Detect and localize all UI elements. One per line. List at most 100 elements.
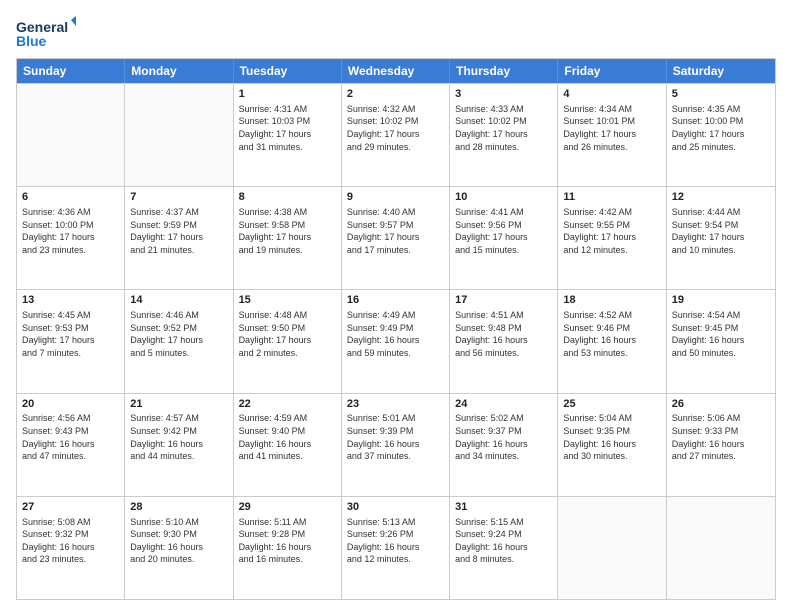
day-info: Sunrise: 4:31 AMSunset: 10:03 PMDaylight… (239, 103, 336, 153)
calendar-day-cell: 16Sunrise: 4:49 AMSunset: 9:49 PMDayligh… (342, 290, 450, 392)
day-number: 5 (672, 87, 770, 102)
day-info: Sunrise: 4:40 AMSunset: 9:57 PMDaylight:… (347, 206, 444, 256)
calendar-day-cell: 15Sunrise: 4:48 AMSunset: 9:50 PMDayligh… (234, 290, 342, 392)
day-info: Sunrise: 5:10 AMSunset: 9:30 PMDaylight:… (130, 516, 227, 566)
day-info: Sunrise: 4:49 AMSunset: 9:49 PMDaylight:… (347, 309, 444, 359)
calendar-day-cell: 18Sunrise: 4:52 AMSunset: 9:46 PMDayligh… (558, 290, 666, 392)
day-number: 13 (22, 293, 119, 308)
calendar-day-cell: 4Sunrise: 4:34 AMSunset: 10:01 PMDayligh… (558, 84, 666, 186)
calendar-day-cell: 25Sunrise: 5:04 AMSunset: 9:35 PMDayligh… (558, 394, 666, 496)
calendar-day-cell: 28Sunrise: 5:10 AMSunset: 9:30 PMDayligh… (125, 497, 233, 599)
day-number: 28 (130, 500, 227, 515)
calendar-day-cell: 10Sunrise: 4:41 AMSunset: 9:56 PMDayligh… (450, 187, 558, 289)
svg-text:Blue: Blue (16, 33, 47, 49)
day-of-week-header: Wednesday (342, 59, 450, 83)
calendar-day-cell: 20Sunrise: 4:56 AMSunset: 9:43 PMDayligh… (17, 394, 125, 496)
day-of-week-header: Saturday (667, 59, 775, 83)
day-info: Sunrise: 4:46 AMSunset: 9:52 PMDaylight:… (130, 309, 227, 359)
day-info: Sunrise: 5:02 AMSunset: 9:37 PMDaylight:… (455, 412, 552, 462)
calendar-empty-cell (558, 497, 666, 599)
day-info: Sunrise: 4:41 AMSunset: 9:56 PMDaylight:… (455, 206, 552, 256)
day-info: Sunrise: 4:36 AMSunset: 10:00 PMDaylight… (22, 206, 119, 256)
calendar: SundayMondayTuesdayWednesdayThursdayFrid… (16, 58, 776, 600)
day-number: 25 (563, 397, 660, 412)
day-info: Sunrise: 5:01 AMSunset: 9:39 PMDaylight:… (347, 412, 444, 462)
day-info: Sunrise: 4:59 AMSunset: 9:40 PMDaylight:… (239, 412, 336, 462)
calendar-day-cell: 31Sunrise: 5:15 AMSunset: 9:24 PMDayligh… (450, 497, 558, 599)
day-number: 17 (455, 293, 552, 308)
day-number: 9 (347, 190, 444, 205)
day-number: 18 (563, 293, 660, 308)
day-number: 20 (22, 397, 119, 412)
calendar-day-cell: 9Sunrise: 4:40 AMSunset: 9:57 PMDaylight… (342, 187, 450, 289)
day-info: Sunrise: 4:34 AMSunset: 10:01 PMDaylight… (563, 103, 660, 153)
calendar-body: 1Sunrise: 4:31 AMSunset: 10:03 PMDayligh… (17, 83, 775, 599)
day-info: Sunrise: 4:33 AMSunset: 10:02 PMDaylight… (455, 103, 552, 153)
calendar-day-cell: 8Sunrise: 4:38 AMSunset: 9:58 PMDaylight… (234, 187, 342, 289)
logo: General Blue (16, 16, 76, 52)
calendar-day-cell: 17Sunrise: 4:51 AMSunset: 9:48 PMDayligh… (450, 290, 558, 392)
day-info: Sunrise: 4:54 AMSunset: 9:45 PMDaylight:… (672, 309, 770, 359)
day-of-week-header: Friday (558, 59, 666, 83)
day-number: 19 (672, 293, 770, 308)
calendar-row: 13Sunrise: 4:45 AMSunset: 9:53 PMDayligh… (17, 289, 775, 392)
calendar-day-cell: 11Sunrise: 4:42 AMSunset: 9:55 PMDayligh… (558, 187, 666, 289)
calendar-row: 20Sunrise: 4:56 AMSunset: 9:43 PMDayligh… (17, 393, 775, 496)
day-number: 8 (239, 190, 336, 205)
day-info: Sunrise: 5:11 AMSunset: 9:28 PMDaylight:… (239, 516, 336, 566)
day-of-week-header: Monday (125, 59, 233, 83)
day-number: 2 (347, 87, 444, 102)
day-of-week-header: Tuesday (234, 59, 342, 83)
calendar-day-cell: 6Sunrise: 4:36 AMSunset: 10:00 PMDayligh… (17, 187, 125, 289)
calendar-day-cell: 14Sunrise: 4:46 AMSunset: 9:52 PMDayligh… (125, 290, 233, 392)
calendar-day-cell: 3Sunrise: 4:33 AMSunset: 10:02 PMDayligh… (450, 84, 558, 186)
calendar-header-row: SundayMondayTuesdayWednesdayThursdayFrid… (17, 59, 775, 83)
calendar-day-cell: 24Sunrise: 5:02 AMSunset: 9:37 PMDayligh… (450, 394, 558, 496)
day-number: 10 (455, 190, 552, 205)
day-info: Sunrise: 4:52 AMSunset: 9:46 PMDaylight:… (563, 309, 660, 359)
day-of-week-header: Sunday (17, 59, 125, 83)
day-number: 15 (239, 293, 336, 308)
day-info: Sunrise: 5:15 AMSunset: 9:24 PMDaylight:… (455, 516, 552, 566)
day-number: 23 (347, 397, 444, 412)
day-info: Sunrise: 4:44 AMSunset: 9:54 PMDaylight:… (672, 206, 770, 256)
day-info: Sunrise: 4:35 AMSunset: 10:00 PMDaylight… (672, 103, 770, 153)
logo-svg: General Blue (16, 16, 76, 52)
calendar-day-cell: 7Sunrise: 4:37 AMSunset: 9:59 PMDaylight… (125, 187, 233, 289)
calendar-day-cell: 22Sunrise: 4:59 AMSunset: 9:40 PMDayligh… (234, 394, 342, 496)
day-number: 11 (563, 190, 660, 205)
day-number: 30 (347, 500, 444, 515)
day-number: 4 (563, 87, 660, 102)
day-info: Sunrise: 5:13 AMSunset: 9:26 PMDaylight:… (347, 516, 444, 566)
calendar-day-cell: 2Sunrise: 4:32 AMSunset: 10:02 PMDayligh… (342, 84, 450, 186)
calendar-row: 6Sunrise: 4:36 AMSunset: 10:00 PMDayligh… (17, 186, 775, 289)
page: General Blue SundayMondayTuesdayWednesda… (0, 0, 792, 612)
calendar-day-cell: 13Sunrise: 4:45 AMSunset: 9:53 PMDayligh… (17, 290, 125, 392)
day-number: 31 (455, 500, 552, 515)
calendar-day-cell: 27Sunrise: 5:08 AMSunset: 9:32 PMDayligh… (17, 497, 125, 599)
day-info: Sunrise: 5:04 AMSunset: 9:35 PMDaylight:… (563, 412, 660, 462)
calendar-day-cell: 21Sunrise: 4:57 AMSunset: 9:42 PMDayligh… (125, 394, 233, 496)
day-number: 21 (130, 397, 227, 412)
calendar-day-cell: 23Sunrise: 5:01 AMSunset: 9:39 PMDayligh… (342, 394, 450, 496)
day-info: Sunrise: 4:48 AMSunset: 9:50 PMDaylight:… (239, 309, 336, 359)
day-number: 29 (239, 500, 336, 515)
calendar-day-cell: 5Sunrise: 4:35 AMSunset: 10:00 PMDayligh… (667, 84, 775, 186)
calendar-row: 27Sunrise: 5:08 AMSunset: 9:32 PMDayligh… (17, 496, 775, 599)
day-info: Sunrise: 4:42 AMSunset: 9:55 PMDaylight:… (563, 206, 660, 256)
header: General Blue (16, 12, 776, 52)
day-info: Sunrise: 4:56 AMSunset: 9:43 PMDaylight:… (22, 412, 119, 462)
day-number: 14 (130, 293, 227, 308)
day-number: 27 (22, 500, 119, 515)
day-number: 22 (239, 397, 336, 412)
day-info: Sunrise: 5:08 AMSunset: 9:32 PMDaylight:… (22, 516, 119, 566)
day-number: 1 (239, 87, 336, 102)
calendar-empty-cell (125, 84, 233, 186)
day-info: Sunrise: 4:57 AMSunset: 9:42 PMDaylight:… (130, 412, 227, 462)
calendar-empty-cell (17, 84, 125, 186)
day-number: 24 (455, 397, 552, 412)
day-info: Sunrise: 4:32 AMSunset: 10:02 PMDaylight… (347, 103, 444, 153)
calendar-day-cell: 12Sunrise: 4:44 AMSunset: 9:54 PMDayligh… (667, 187, 775, 289)
day-info: Sunrise: 4:38 AMSunset: 9:58 PMDaylight:… (239, 206, 336, 256)
day-number: 12 (672, 190, 770, 205)
